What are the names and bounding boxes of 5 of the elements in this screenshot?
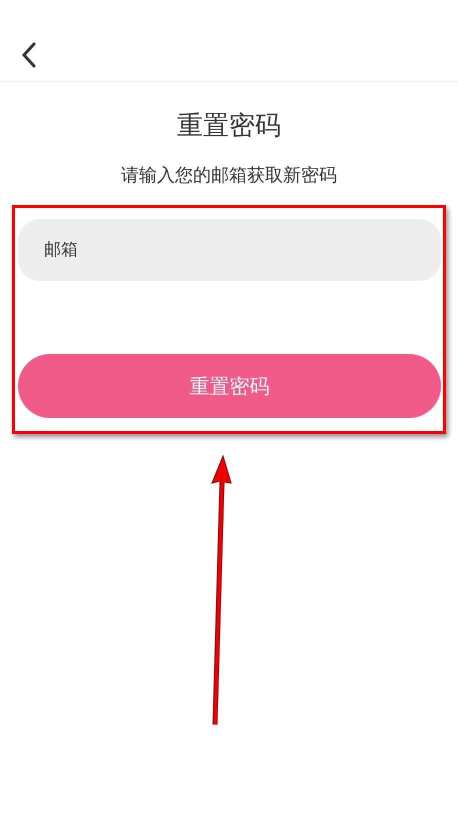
reset-password-button[interactable]: 重置密码: [18, 354, 441, 418]
page-title: 重置密码: [177, 110, 281, 143]
email-field[interactable]: 邮箱: [18, 219, 441, 281]
instruction-text: 请输入您的邮箱获取新密码: [121, 164, 337, 187]
back-icon: [21, 42, 37, 68]
